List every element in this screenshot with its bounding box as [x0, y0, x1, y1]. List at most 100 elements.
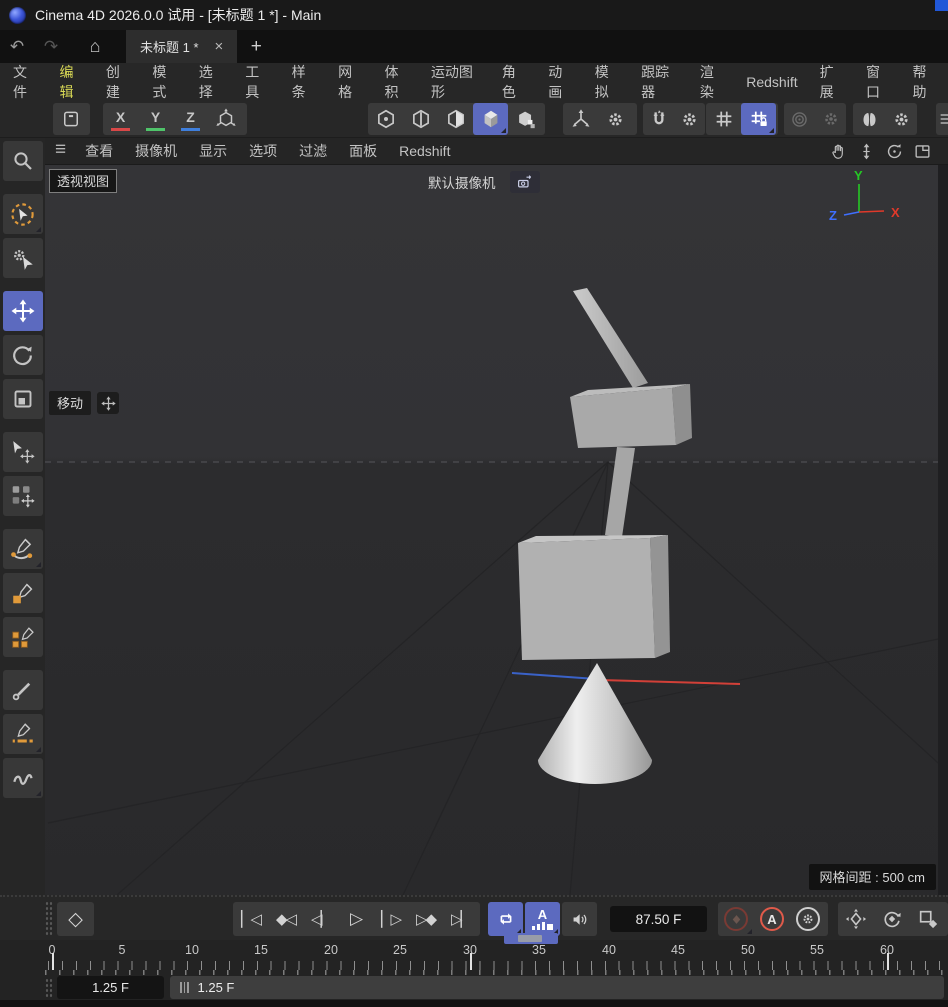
viewport-menu-options[interactable]: 选项 — [238, 139, 288, 163]
menu-render[interactable]: 渲染 — [689, 58, 735, 106]
record-rotation-button[interactable] — [874, 902, 910, 936]
head-cube-mesh[interactable] — [570, 384, 692, 448]
neck-segment-mesh[interactable] — [605, 447, 635, 537]
previous-key-button[interactable]: ◆◁ — [268, 902, 303, 936]
menu-mograph[interactable]: 运动图形 — [420, 58, 491, 106]
menu-spline[interactable]: 样条 — [281, 58, 327, 106]
live-selection-tool-button[interactable] — [3, 194, 43, 234]
symmetry-settings-button[interactable] — [885, 103, 917, 135]
drag-grip[interactable] — [45, 978, 53, 997]
find-tool-button[interactable] — [3, 141, 43, 181]
asset-browser-button[interactable] — [53, 103, 90, 135]
sketch-tool-button[interactable] — [3, 573, 43, 613]
snap-button[interactable] — [643, 103, 674, 135]
menu-create[interactable]: 创建 — [95, 58, 141, 106]
autokey-button[interactable]: A — [754, 902, 790, 936]
lock-y-button[interactable]: Y — [138, 103, 173, 135]
axis-settings-button[interactable] — [598, 103, 633, 135]
quantize-button[interactable] — [741, 103, 776, 135]
spline-pen-tool-button[interactable] — [3, 529, 43, 569]
viewport-menu-view[interactable]: 查看 — [74, 139, 124, 163]
record-scale-button[interactable] — [910, 902, 946, 936]
viewport-menu-filter[interactable]: 过滤 — [288, 139, 338, 163]
menu-edit[interactable]: 编辑 — [48, 58, 94, 106]
menu-extensions[interactable]: 扩展 — [809, 58, 855, 106]
clipped-toolbar-button[interactable] — [936, 103, 948, 135]
menu-mode[interactable]: 模式 — [141, 58, 187, 106]
falloff-button[interactable] — [784, 103, 815, 135]
menu-window[interactable]: 窗口 — [855, 58, 901, 106]
menu-character[interactable]: 角色 — [491, 58, 537, 106]
transform-tool-button[interactable] — [3, 432, 43, 472]
keyframe-selection-button[interactable]: A — [525, 902, 560, 936]
viewport-menu-redshift[interactable]: Redshift — [388, 141, 461, 161]
dolly-zoom-icon[interactable] — [857, 142, 876, 161]
dynamic-place-tool-button[interactable] — [3, 476, 43, 516]
current-frame-field[interactable]: 87.50 F — [610, 906, 707, 932]
polygons-mode-button[interactable] — [438, 103, 473, 135]
coordinate-system-button[interactable] — [208, 103, 243, 135]
play-button[interactable]: ▷ — [338, 902, 373, 936]
menu-volume[interactable]: 体积 — [374, 58, 420, 106]
axis-handles[interactable] — [512, 673, 740, 684]
snap-settings-button[interactable] — [674, 103, 705, 135]
sculpt-tool-button[interactable] — [3, 758, 43, 798]
goto-start-button[interactable]: ▏◁ — [233, 902, 268, 936]
goto-end-button[interactable]: ▷▏ — [443, 902, 478, 936]
viewport-menu-display[interactable]: 显示 — [188, 139, 238, 163]
sound-button[interactable] — [562, 902, 597, 936]
model-mode-button[interactable] — [473, 103, 508, 135]
loop-button[interactable] — [488, 902, 523, 936]
viewport-menu-panel[interactable]: 面板 — [338, 139, 388, 163]
hamburger-icon[interactable]: ≡ — [53, 139, 74, 163]
polygon-pen-tool-button[interactable] — [3, 617, 43, 657]
keyframe-button[interactable]: ◇ — [57, 902, 94, 936]
menu-animate[interactable]: 动画 — [537, 58, 583, 106]
move-tool-button[interactable] — [3, 291, 43, 331]
perspective-viewport[interactable]: 透视视图 默认摄像机 Y X Z 移动 网格间距 : 500 cm — [45, 165, 948, 895]
next-key-button[interactable]: ▷◆ — [408, 902, 443, 936]
body-cube-mesh[interactable] — [518, 535, 670, 660]
previous-frame-button[interactable]: ◁▏ — [303, 902, 338, 936]
tweak-tool-button[interactable] — [3, 238, 43, 278]
spline-smooth-tool-button[interactable] — [3, 714, 43, 754]
edges-mode-button[interactable] — [403, 103, 438, 135]
menu-simulate[interactable]: 模拟 — [584, 58, 630, 106]
lock-x-button[interactable]: X — [103, 103, 138, 135]
menu-select[interactable]: 选择 — [188, 58, 234, 106]
scale-tool-button[interactable] — [3, 379, 43, 419]
preview-range-slider[interactable]: 1.25 F — [170, 976, 944, 999]
close-tab-icon[interactable]: × — [215, 38, 224, 55]
scene-canvas[interactable] — [45, 165, 948, 895]
next-frame-button[interactable]: ▏▷ — [373, 902, 408, 936]
falloff-settings-button[interactable] — [815, 103, 846, 135]
axis-mode-button[interactable] — [508, 103, 543, 135]
timeline-ruler[interactable]: 0 5 10 15 20 25 30 35 40 45 50 55 60 — [0, 940, 948, 970]
viewport-menu-camera[interactable]: 摄像机 — [124, 139, 188, 163]
playhead[interactable] — [504, 933, 558, 944]
brush-tool-button[interactable] — [3, 670, 43, 710]
menu-tracker[interactable]: 跟踪器 — [630, 58, 689, 106]
rotate-tool-button[interactable] — [3, 335, 43, 375]
menu-tools[interactable]: 工具 — [234, 58, 280, 106]
camera-label[interactable]: 默认摄像机 — [428, 172, 496, 192]
start-frame-field[interactable]: 1.25 F — [57, 976, 164, 999]
menu-redshift[interactable]: Redshift — [735, 70, 808, 94]
menu-help[interactable]: 帮助 — [901, 58, 947, 106]
arm-mesh[interactable] — [573, 288, 648, 388]
menu-file[interactable]: 文件 — [2, 58, 48, 106]
menu-mesh[interactable]: 网格 — [327, 58, 373, 106]
pan-hand-icon[interactable] — [829, 142, 848, 161]
range-grip-icon[interactable] — [180, 982, 189, 993]
record-position-button[interactable] — [838, 902, 874, 936]
orbit-icon[interactable] — [885, 142, 904, 161]
drag-grip[interactable] — [45, 901, 53, 936]
points-mode-button[interactable] — [368, 103, 403, 135]
playhead-grip[interactable] — [518, 935, 542, 942]
symmetry-button[interactable] — [853, 103, 885, 135]
workplane-grid-button[interactable] — [706, 103, 741, 135]
record-keyframe-button[interactable] — [718, 902, 754, 936]
view-label[interactable]: 透视视图 — [49, 169, 117, 193]
axis-center-button[interactable] — [563, 103, 598, 135]
camera-switch-button[interactable] — [510, 171, 540, 193]
